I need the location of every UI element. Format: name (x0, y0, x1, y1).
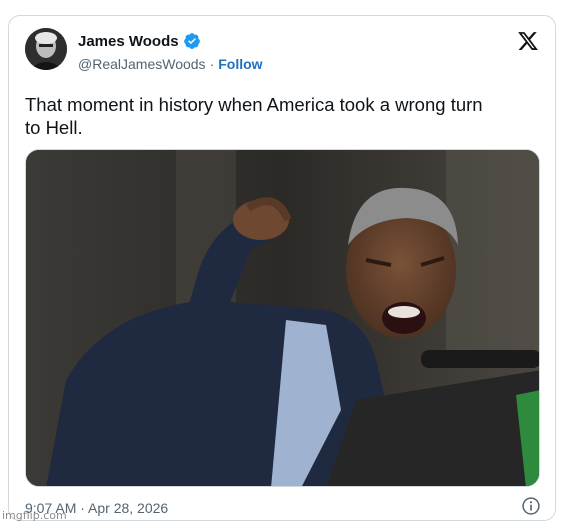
screenshot-canvas: James Woods @RealJamesWoods · Follow Tha… (0, 0, 564, 525)
watermark: imgflip.com (2, 509, 67, 522)
avatar[interactable] (25, 28, 67, 70)
follow-button[interactable]: Follow (218, 56, 262, 72)
author-handle[interactable]: @RealJamesWoods (78, 56, 206, 72)
handle-separator: · (209, 56, 215, 72)
tweet-media-image[interactable] (25, 149, 540, 487)
verified-badge-icon (183, 33, 200, 49)
author-name-row: James Woods (78, 32, 201, 50)
x-logo-icon[interactable] (517, 30, 539, 52)
tweet-text: That moment in history when America took… (25, 94, 483, 138)
author-handle-row: @RealJamesWoods · Follow (78, 56, 263, 72)
photo-illustration (26, 150, 539, 486)
tweet-card: James Woods @RealJamesWoods · Follow Tha… (8, 15, 556, 521)
author-display-name[interactable]: James Woods (78, 33, 179, 50)
info-icon[interactable] (521, 496, 541, 516)
